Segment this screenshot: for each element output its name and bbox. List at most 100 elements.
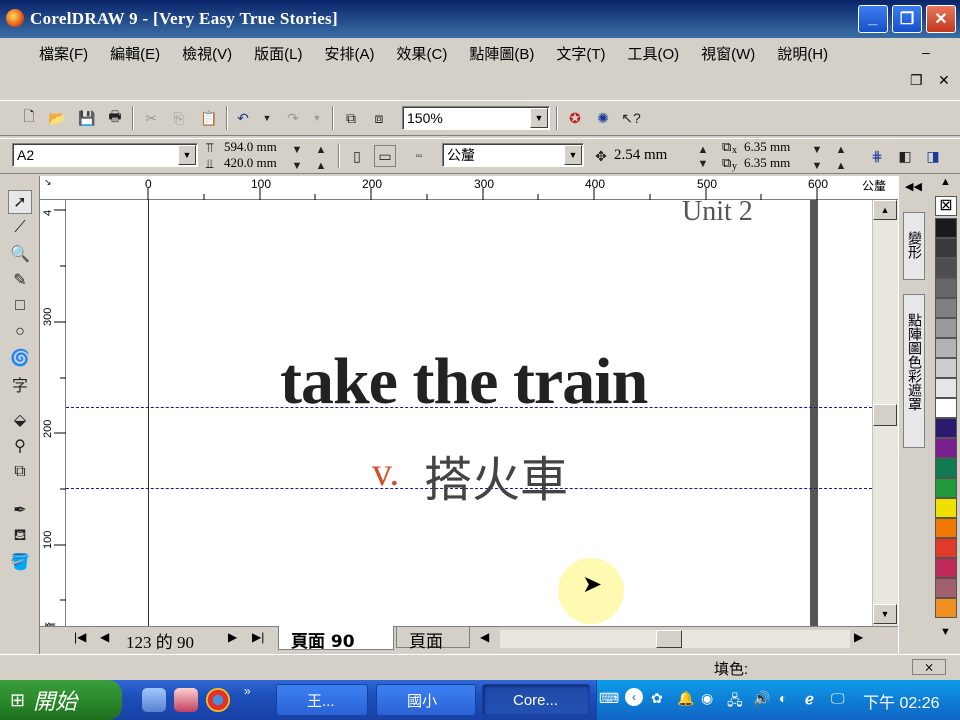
menu-help[interactable]: 說明(H) <box>766 43 839 64</box>
taskbar-item-folder[interactable]: 國小 <box>376 684 476 716</box>
volume-icon[interactable]: 🔊 <box>753 690 770 707</box>
fill-tool-icon[interactable]: ⛾ <box>8 524 32 548</box>
palette-swatch[interactable] <box>935 258 957 278</box>
display-icon[interactable]: 🖵 <box>831 690 845 707</box>
height-spin-up-icon[interactable]: ▲ <box>310 155 332 177</box>
network-icon[interactable]: 🖧 <box>727 690 743 714</box>
doc-restore-icon[interactable]: ❐ <box>910 72 923 89</box>
menu-effects[interactable]: 效果(C) <box>386 43 459 64</box>
snap-guidelines-icon[interactable]: ◧ <box>894 145 916 167</box>
duplicate-x-value[interactable]: 6.35 mm <box>744 140 790 153</box>
palette-swatch[interactable] <box>935 438 957 458</box>
h-scroll-right-icon[interactable]: ▶ <box>854 630 863 644</box>
height-spin-down-icon[interactable]: ▼ <box>286 155 308 177</box>
eyedropper-tool-icon[interactable]: ⚲ <box>8 434 32 458</box>
zoom-level-combo[interactable]: 150% ▼ <box>402 106 550 130</box>
doc-minimize-icon[interactable]: – <box>922 44 930 60</box>
grid-icon[interactable]: ⋕ <box>866 145 888 167</box>
interactive-blend-tool-icon[interactable]: ⧉ <box>8 460 32 484</box>
cut-icon[interactable]: ✂ <box>140 107 162 129</box>
quicklaunch-app-icon[interactable] <box>142 688 166 712</box>
chevron-down-icon[interactable]: ▼ <box>564 145 582 165</box>
paper-type-combo[interactable]: A2 ▼ <box>12 143 198 167</box>
menu-arrange[interactable]: 安排(A) <box>314 43 386 64</box>
scroll-thumb[interactable] <box>873 404 897 426</box>
palette-swatch[interactable] <box>935 558 957 578</box>
scroll-up-icon[interactable]: ▲ <box>873 200 897 220</box>
h-scroll-thumb[interactable] <box>656 630 682 648</box>
redo-dropdown-icon[interactable]: ▼ <box>306 107 328 129</box>
part-of-speech-label[interactable]: v. <box>372 448 399 495</box>
save-icon[interactable]: 💾 <box>76 107 98 129</box>
doc-close-icon[interactable]: ✕ <box>938 72 950 89</box>
chevron-down-icon[interactable]: ▼ <box>178 145 196 165</box>
docker-collapse-icon[interactable]: ◀◀ <box>905 180 922 193</box>
nudge-spin-down-icon[interactable]: ▼ <box>692 153 714 175</box>
taskbar-item-coreldraw[interactable]: Core... <box>482 684 590 716</box>
ruler-origin-icon[interactable]: ↘ <box>44 177 52 188</box>
palette-swatch[interactable] <box>935 358 957 378</box>
spiral-tool-icon[interactable]: 🌀 <box>8 346 32 370</box>
close-button[interactable]: ✕ <box>926 5 956 33</box>
coreldraw-app-icon[interactable] <box>6 9 24 27</box>
application-launcher-icon[interactable]: ✪ <box>564 107 586 129</box>
start-button[interactable]: ⊞ 開始 <box>0 680 122 720</box>
page-tab-next[interactable]: 頁面 <box>396 626 470 652</box>
palette-swatch[interactable] <box>935 598 957 618</box>
palette-swatch[interactable] <box>935 238 957 258</box>
duplicate-y-value[interactable]: 6.35 mm <box>744 156 790 169</box>
chrome-browser-icon[interactable] <box>206 688 230 712</box>
menu-layout[interactable]: 版面(L) <box>243 43 313 64</box>
vertical-ruler[interactable]: 4 300 200 100 公釐 <box>40 200 66 644</box>
menu-edit[interactable]: 編輯(E) <box>99 43 171 64</box>
taskbar-more-icon[interactable]: » <box>244 684 251 698</box>
menu-window[interactable]: 視窗(W) <box>690 43 766 64</box>
paste-icon[interactable]: 📋 <box>198 107 220 129</box>
page-tab-current[interactable]: 頁面 90 <box>278 626 394 652</box>
import-icon[interactable]: ⧉ <box>340 107 362 129</box>
paper-layout-icon[interactable]: ▫▫ <box>408 145 430 167</box>
undo-dropdown-icon[interactable]: ▼ <box>256 107 278 129</box>
palette-swatch[interactable] <box>935 518 957 538</box>
ellipse-tool-icon[interactable]: ○ <box>8 320 32 344</box>
palette-swatch[interactable] <box>935 538 957 558</box>
menu-view[interactable]: 檢視(V) <box>171 43 243 64</box>
undo-icon[interactable]: ↶ <box>232 107 254 129</box>
new-document-icon[interactable]: 🗋 <box>18 107 40 129</box>
palette-swatch[interactable] <box>935 318 957 338</box>
dup-y-spin-up-icon[interactable]: ▲ <box>830 155 852 177</box>
page-height-value[interactable]: 420.0 mm <box>224 156 277 169</box>
chrome-tray-icon[interactable]: ◉ <box>701 690 713 707</box>
palette-swatch[interactable] <box>935 458 957 478</box>
menu-text[interactable]: 文字(T) <box>545 43 616 64</box>
palette-swatch[interactable] <box>935 278 957 298</box>
drawing-canvas[interactable]: Unit 2 take the train v. 搭火車 ➤ <box>66 200 872 626</box>
palette-scroll-up-icon[interactable]: ▲ <box>940 176 951 188</box>
drawing-units-combo[interactable]: 公釐 ▼ <box>442 143 584 167</box>
menu-bitmaps[interactable]: 點陣圖(B) <box>458 43 545 64</box>
freehand-tool-icon[interactable]: ✎ <box>8 268 32 292</box>
docker-tab-transform[interactable]: 變形 <box>903 212 925 280</box>
menu-tools[interactable]: 工具(O) <box>616 43 690 64</box>
palette-swatch[interactable] <box>935 398 957 418</box>
text-tool-icon[interactable]: 字 <box>8 372 32 396</box>
copy-icon[interactable]: ⎘ <box>168 107 190 129</box>
page-width-value[interactable]: 594.0 mm <box>224 140 277 153</box>
maximize-button[interactable]: ❐ <box>892 5 922 33</box>
snap-objects-icon[interactable]: ◨ <box>922 145 944 167</box>
taskbar-item-chrome[interactable]: 王... <box>276 684 368 716</box>
palette-swatch[interactable] <box>935 338 957 358</box>
portrait-icon[interactable]: ▯ <box>346 145 368 167</box>
interactive-fill-tool-icon[interactable]: ⬙ <box>8 408 32 432</box>
print-icon[interactable]: 🖶 <box>104 107 126 129</box>
shape-tool-icon[interactable]: ⟋ <box>8 216 32 240</box>
clock[interactable]: 下午 02:26 <box>863 689 940 713</box>
menu-file[interactable]: 檔案(F) <box>28 43 99 64</box>
palette-swatch[interactable] <box>935 298 957 318</box>
palette-scroll-down-icon[interactable]: ▼ <box>940 626 951 638</box>
corel-online-icon[interactable]: ✺ <box>592 107 614 129</box>
headline-text[interactable]: take the train <box>280 344 648 420</box>
scroll-down-icon[interactable]: ▼ <box>873 604 897 624</box>
dup-y-spin-down-icon[interactable]: ▼ <box>806 155 828 177</box>
zoom-tool-icon[interactable]: 🔍 <box>8 242 32 266</box>
